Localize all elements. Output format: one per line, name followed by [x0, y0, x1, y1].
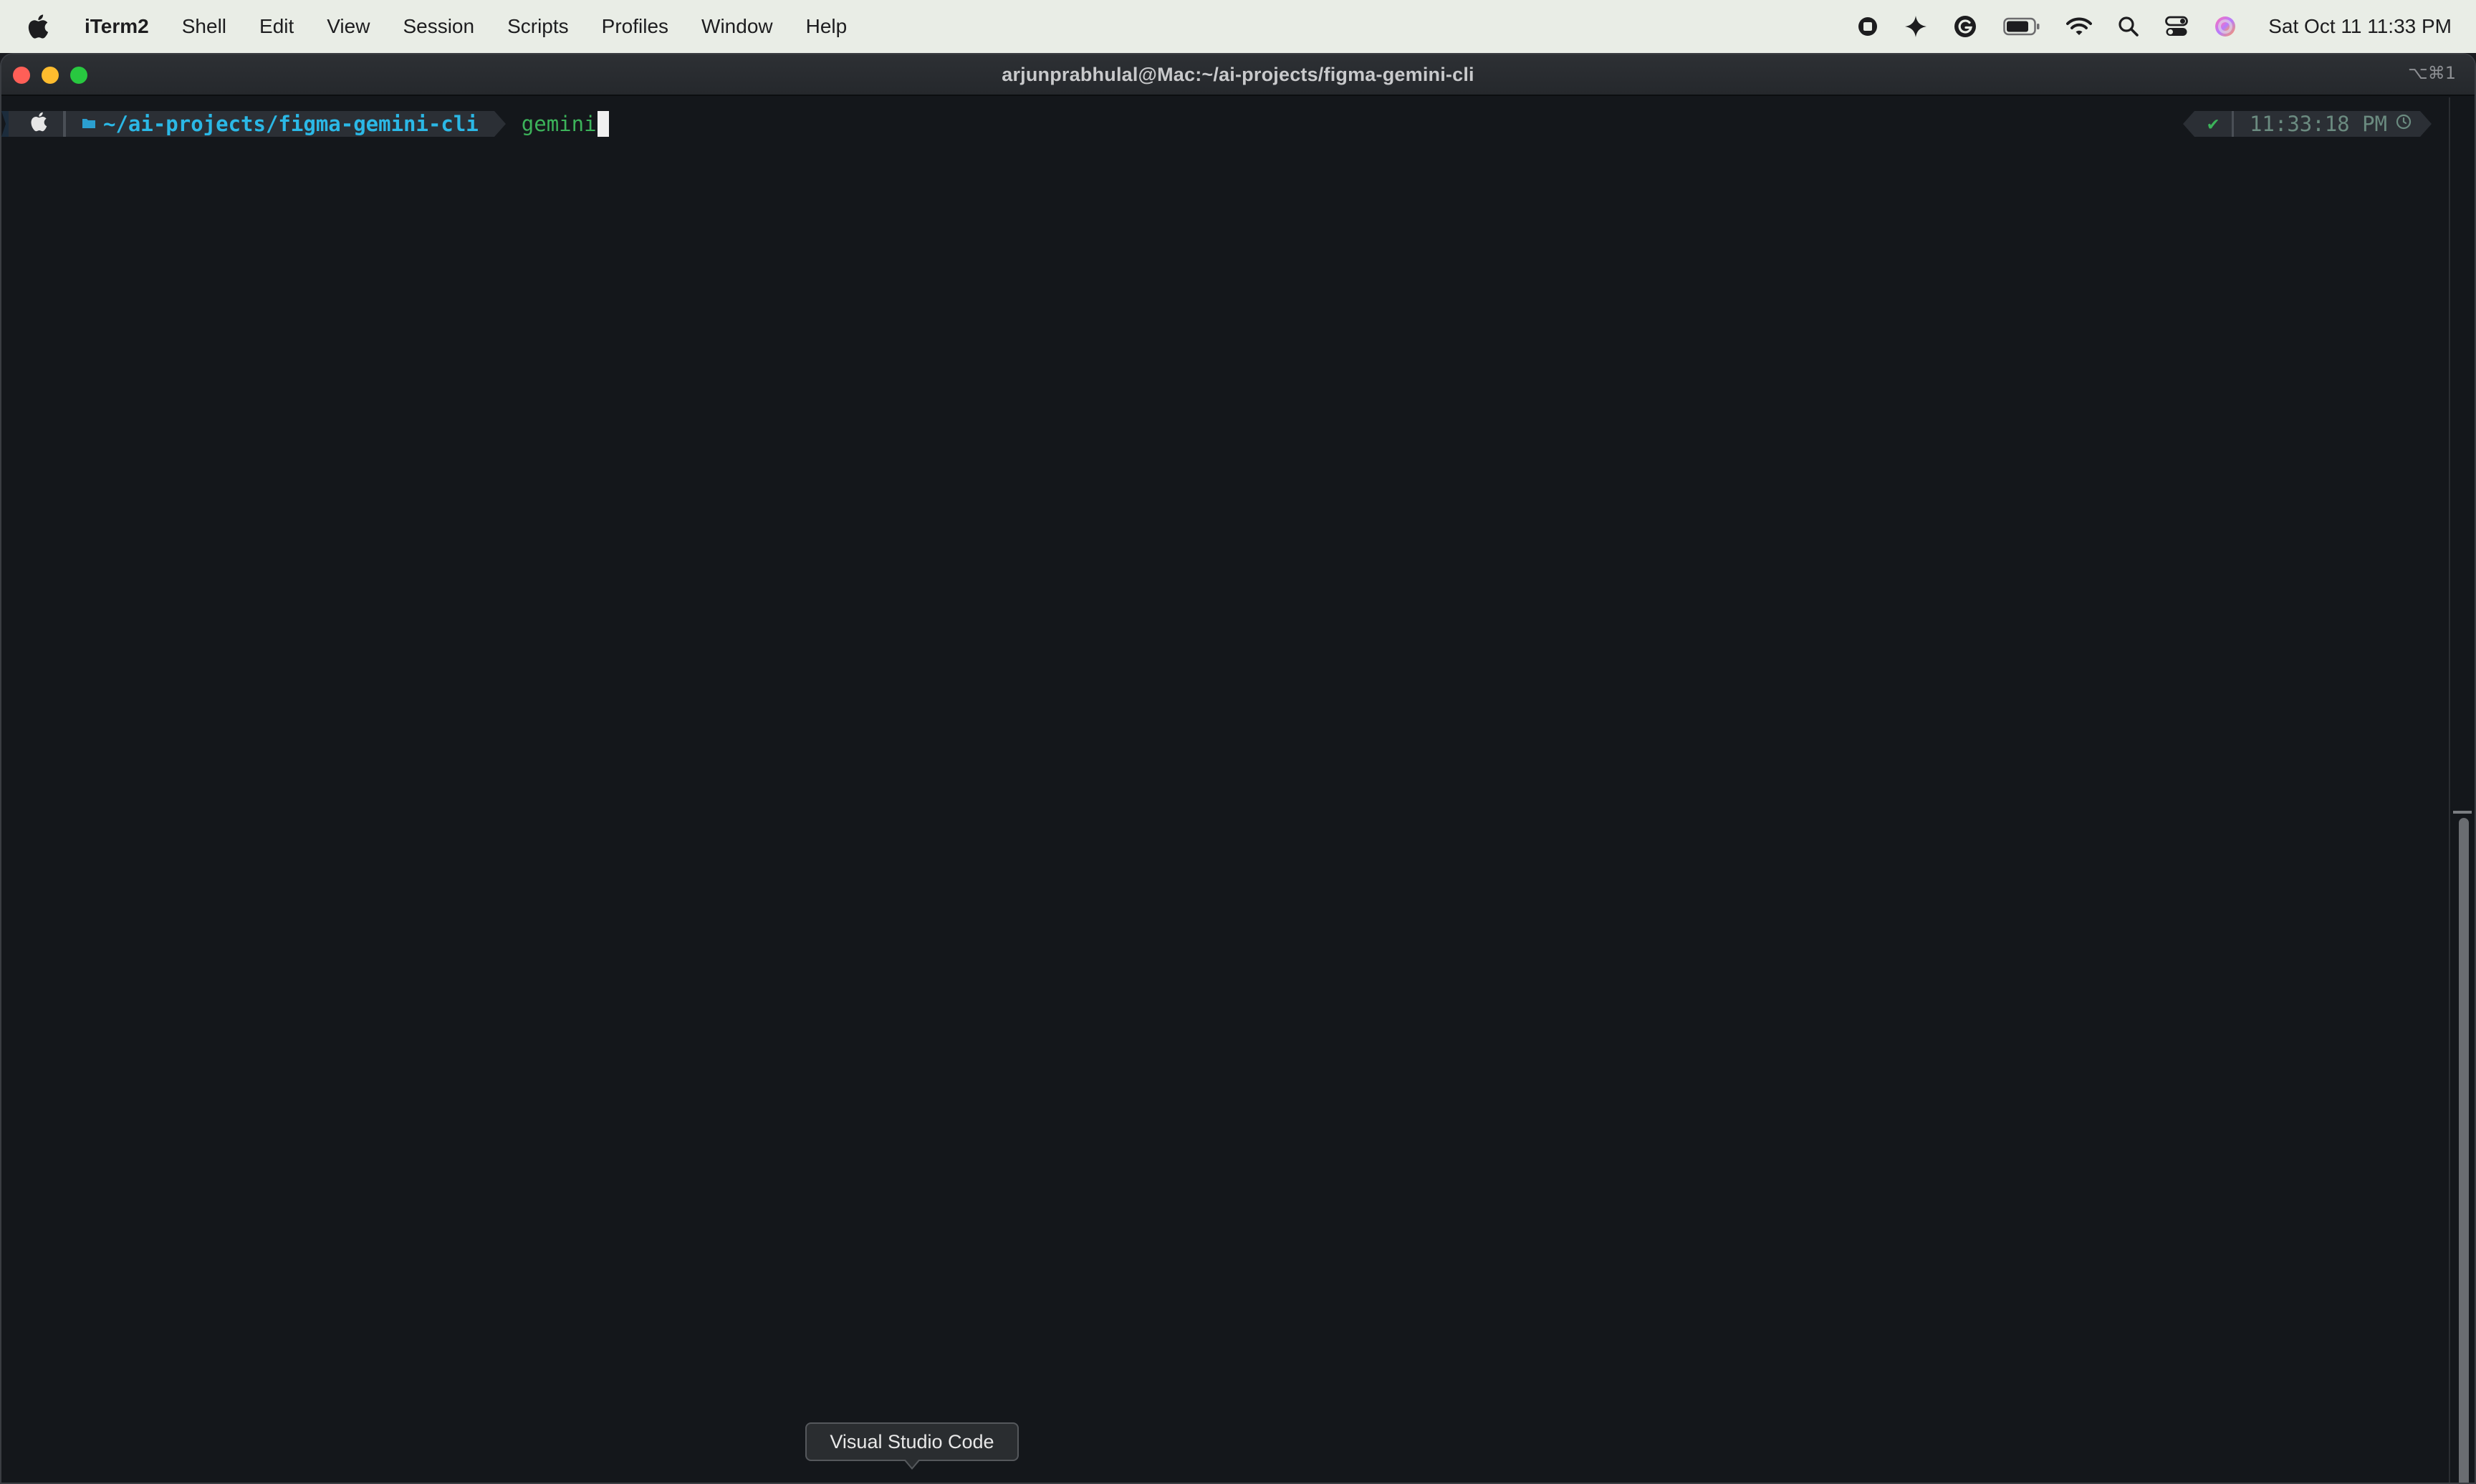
- status-area: Sat Oct 11 11:33 PM: [1844, 0, 2476, 53]
- siri-icon[interactable]: [2214, 0, 2237, 53]
- rprompt-right-cap: [2420, 111, 2432, 137]
- menu-edit[interactable]: Edit: [243, 0, 310, 53]
- rprompt-time: 11:33:18 PM: [2249, 112, 2387, 136]
- prompt-dir-path: ~/ai-projects/figma-gemini-cli: [103, 112, 479, 136]
- traffic-lights: [13, 67, 87, 84]
- folder-icon: [82, 115, 96, 133]
- prompt-dir-segment: ~/ai-projects/figma-gemini-cli: [66, 111, 494, 137]
- status-check-icon: ✔: [2194, 111, 2232, 137]
- window-shortcut-label: ⌥⌘1: [2408, 63, 2456, 83]
- window-title: arjunprabhulal@Mac:~/ai-projects/figma-g…: [1002, 63, 1474, 85]
- clock-icon: [2396, 114, 2412, 134]
- minimize-window-button[interactable]: [42, 67, 59, 84]
- command-input[interactable]: gemini: [522, 112, 597, 136]
- dock-tooltip: Visual Studio Code: [805, 1422, 1019, 1461]
- menu-bar-clock[interactable]: Sat Oct 11 11:33 PM: [2268, 15, 2452, 38]
- menu-session[interactable]: Session: [386, 0, 491, 53]
- menu-shell[interactable]: Shell: [165, 0, 243, 53]
- zoom-window-button[interactable]: [70, 67, 87, 84]
- menu-bar: iTerm2 Shell Edit View Session Scripts P…: [0, 0, 2476, 53]
- right-prompt: ✔ 11:33:18 PM: [2183, 109, 2432, 139]
- spotlight-icon[interactable]: [2118, 0, 2139, 53]
- menu-scripts[interactable]: Scripts: [491, 0, 585, 53]
- prompt-arrow: [494, 111, 506, 137]
- dock-tooltip-label: Visual Studio Code: [830, 1430, 994, 1452]
- apple-icon: [30, 112, 47, 137]
- control-center-icon[interactable]: [2165, 0, 2189, 53]
- menu-profiles[interactable]: Profiles: [585, 0, 685, 53]
- close-window-button[interactable]: [13, 67, 30, 84]
- terminal-cursor: [597, 111, 609, 137]
- window-titlebar[interactable]: arjunprabhulal@Mac:~/ai-projects/figma-g…: [1, 54, 2475, 96]
- rprompt-arrow: [2183, 111, 2195, 137]
- wifi-icon[interactable]: [2066, 0, 2093, 53]
- prompt-left-cap: [1, 111, 9, 137]
- rprompt-time-segment: 11:33:18 PM: [2233, 111, 2420, 137]
- battery-icon[interactable]: [2003, 0, 2040, 53]
- sparkle-icon[interactable]: [1904, 0, 1927, 53]
- scrollbar-mark: [2453, 811, 2472, 814]
- dock-tooltip-tail-inner: [905, 1459, 919, 1468]
- terminal-session[interactable]: ~/ai-projects/figma-gemini-cli gemini ✔ …: [1, 97, 2450, 1483]
- iterm-window: arjunprabhulal@Mac:~/ai-projects/figma-g…: [0, 53, 2476, 1484]
- apple-menu-icon[interactable]: [27, 14, 50, 39]
- grammarly-icon[interactable]: [1953, 0, 1977, 53]
- scrollbar-thumb[interactable]: [2459, 818, 2469, 1483]
- terminal-scrollbar[interactable]: [2449, 97, 2475, 1483]
- prompt-line: ~/ai-projects/figma-gemini-cli gemini: [1, 109, 609, 139]
- menu-help[interactable]: Help: [790, 0, 864, 53]
- menu-app-iterm2[interactable]: iTerm2: [73, 0, 165, 53]
- menu-window[interactable]: Window: [685, 0, 790, 53]
- prompt-os-segment: [9, 111, 63, 137]
- record-icon[interactable]: [1857, 0, 1878, 53]
- menu-view[interactable]: View: [310, 0, 386, 53]
